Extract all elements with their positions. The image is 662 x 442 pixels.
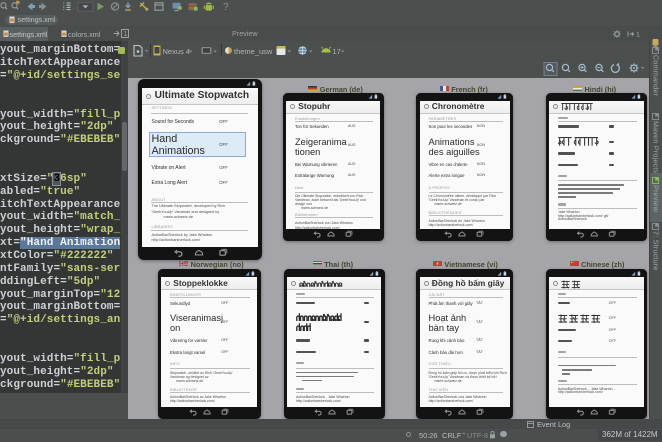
- svg-text:theme_usw: theme_usw: [234, 47, 273, 56]
- svg-text:1: 1: [124, 31, 128, 38]
- svg-text:?: ?: [223, 2, 229, 13]
- svg-text:1: 1: [636, 32, 640, 39]
- svg-text:Nexus 4: Nexus 4: [163, 47, 191, 56]
- svg-text:17: 17: [333, 47, 341, 56]
